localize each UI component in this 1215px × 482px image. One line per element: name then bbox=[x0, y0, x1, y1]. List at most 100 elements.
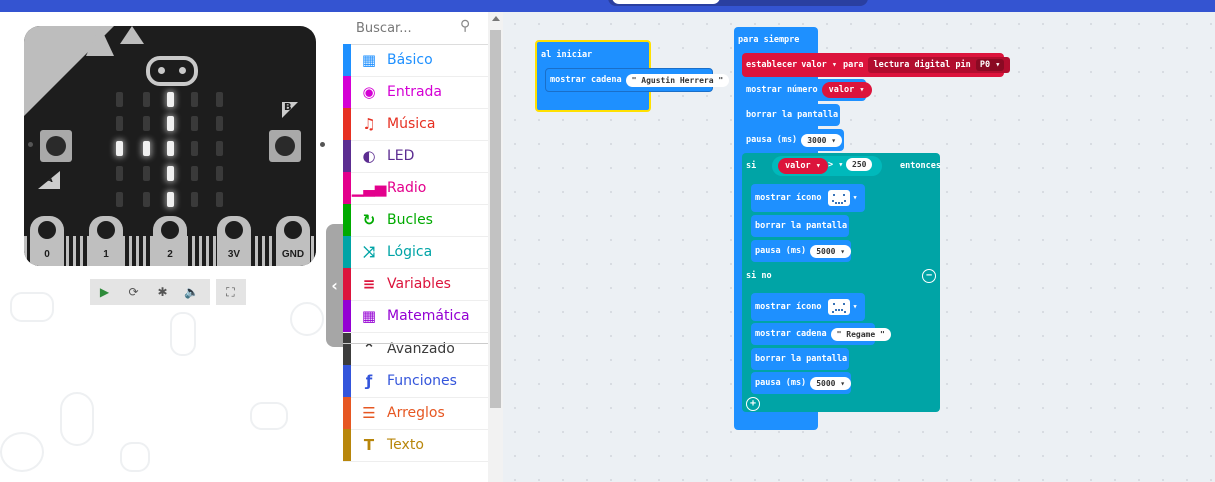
restart-icon[interactable]: ⟳ bbox=[119, 285, 148, 299]
variable-reporter[interactable]: valor ▾ bbox=[821, 82, 872, 98]
clear-screen-block[interactable]: borrar la pantalla bbox=[751, 215, 849, 237]
set-label: establecer bbox=[746, 60, 798, 70]
toolbox-category-funciones[interactable]: ƒ Funciones bbox=[343, 365, 488, 398]
category-label: Arreglos bbox=[387, 405, 445, 421]
debug-icon[interactable]: ✱ bbox=[148, 285, 177, 299]
chevron-down-icon[interactable]: ▾ bbox=[853, 302, 858, 312]
show-icon-block[interactable]: mostrar ícono ▾ bbox=[751, 184, 865, 212]
led bbox=[143, 116, 150, 131]
variable-name: valor bbox=[785, 161, 811, 171]
pin-label: 3V bbox=[227, 249, 241, 260]
toolbox-category-música[interactable]: ♫ Música bbox=[343, 108, 488, 141]
toolbox-category-lógica[interactable]: ⤨ Lógica bbox=[343, 236, 488, 269]
pin-dropdown[interactable]: P0 ▾ bbox=[975, 59, 1005, 71]
toggle-knob[interactable] bbox=[612, 0, 720, 4]
pause-block[interactable]: pausa (ms) 3000 ▾ bbox=[742, 129, 844, 151]
led bbox=[116, 166, 123, 181]
pause-value[interactable]: 3000 ▾ bbox=[801, 133, 843, 147]
headphones-icon: ♫ bbox=[362, 115, 376, 133]
category-label: Texto bbox=[387, 437, 424, 453]
category-label: Matemática bbox=[387, 308, 470, 324]
clear-screen-block[interactable]: borrar la pantalla bbox=[742, 104, 840, 126]
pin-gnd[interactable]: GND bbox=[276, 216, 310, 266]
doodle-shape bbox=[120, 442, 150, 472]
variable-dropdown[interactable]: valor ▾ bbox=[801, 60, 837, 70]
toolbox-category-matemática[interactable]: ▦ Matemática bbox=[343, 300, 488, 333]
search-box[interactable]: Buscar... ⚲ bbox=[343, 12, 488, 45]
show-string-block[interactable]: mostrar cadena " Regame " bbox=[751, 323, 891, 345]
toolbox-category-led[interactable]: ◐ LED bbox=[343, 140, 488, 173]
mute-icon[interactable]: 🔈 bbox=[177, 285, 206, 299]
blocks-workspace[interactable]: al iniciar mostrar cadena " Agustin Herr… bbox=[503, 12, 1215, 482]
toolbox-category-arreglos[interactable]: ☰ Arreglos bbox=[343, 397, 488, 430]
pause-value[interactable]: 5000 ▾ bbox=[810, 244, 852, 258]
variable-reporter[interactable]: valor ▾ bbox=[778, 158, 828, 174]
function-icon: ƒ bbox=[365, 372, 373, 390]
play-icon[interactable]: ▶ bbox=[90, 285, 119, 299]
button-a[interactable] bbox=[40, 130, 72, 162]
string-value[interactable]: " Regame " bbox=[830, 327, 891, 341]
threshold-value[interactable]: 250 bbox=[846, 158, 873, 171]
clear-screen-label: borrar la pantalla bbox=[746, 110, 839, 120]
show-number-block[interactable]: mostrar número valor ▾ bbox=[742, 79, 872, 101]
toolbox-category-texto[interactable]: T Texto bbox=[343, 429, 488, 462]
microbit-logo[interactable] bbox=[146, 56, 198, 86]
toolbox-category-entrada[interactable]: ◉ Entrada bbox=[343, 76, 488, 109]
else-label: si no bbox=[746, 271, 772, 281]
set-variable-block[interactable]: establecer valor ▾ para lectura digital … bbox=[742, 53, 1011, 77]
button-b[interactable] bbox=[269, 130, 301, 162]
category-color-bar bbox=[343, 268, 351, 300]
digital-read-label: lectura digital pin bbox=[873, 60, 971, 70]
search-icon[interactable]: ⚲ bbox=[460, 18, 470, 34]
led bbox=[167, 141, 174, 156]
search-input[interactable]: Buscar... bbox=[356, 21, 412, 36]
button-a-label: A bbox=[38, 171, 60, 189]
doodle-shape bbox=[170, 312, 196, 356]
toolbox-category-bucles[interactable]: ↻ Bucles bbox=[343, 204, 488, 237]
category-color-bar bbox=[343, 236, 351, 268]
remove-else-icon[interactable]: − bbox=[922, 269, 936, 283]
toolbox-category-básico[interactable]: ▦ Básico bbox=[343, 44, 488, 77]
on-start-block[interactable]: al iniciar mostrar cadena " Agustin Herr… bbox=[535, 40, 730, 112]
pause-number: 5000 bbox=[816, 246, 836, 256]
pause-value[interactable]: 5000 ▾ bbox=[810, 376, 852, 390]
editor-toggle[interactable] bbox=[608, 0, 868, 6]
sad-face-icon[interactable] bbox=[827, 299, 850, 315]
pin-1[interactable]: 1 bbox=[89, 216, 123, 266]
scrollbar-thumb[interactable] bbox=[490, 30, 501, 408]
pause-block[interactable]: pausa (ms) 5000 ▾ bbox=[751, 240, 852, 262]
category-color-bar bbox=[343, 429, 351, 461]
fullscreen-icon[interactable]: ⛶ bbox=[216, 285, 245, 300]
pin-3v[interactable]: 3V bbox=[217, 216, 251, 266]
toolbox-category-avanzado[interactable]: ⌃ Avanzado bbox=[343, 333, 488, 366]
toolbox-category-radio[interactable]: ▁▃▅ Radio bbox=[343, 172, 488, 205]
category-color-bar bbox=[343, 172, 351, 204]
digital-read-block[interactable]: lectura digital pin P0 ▾ bbox=[867, 57, 1011, 73]
scroll-up-icon[interactable] bbox=[492, 16, 500, 21]
collapse-simulator-button[interactable]: ‹ bbox=[326, 224, 343, 347]
toolbox-category-variables[interactable]: ≡ Variables bbox=[343, 268, 488, 301]
pause-block[interactable]: pausa (ms) 5000 ▾ bbox=[751, 372, 852, 394]
to-label: para bbox=[843, 60, 864, 70]
grid-icon: ▦ bbox=[361, 51, 377, 69]
show-number-label: mostrar número bbox=[746, 85, 818, 95]
clear-screen-block[interactable]: borrar la pantalla bbox=[751, 348, 849, 370]
toolbox-scrollbar[interactable] bbox=[488, 12, 503, 482]
operator-dropdown[interactable]: > ▾ bbox=[828, 160, 843, 170]
chevron-down-icon[interactable]: ▾ bbox=[853, 193, 858, 203]
pin-0[interactable]: 0 bbox=[30, 216, 64, 266]
add-else-if-icon[interactable]: + bbox=[746, 397, 760, 411]
pin-2[interactable]: 2 bbox=[153, 216, 187, 266]
button-a-cap[interactable] bbox=[46, 136, 66, 156]
comparison-block[interactable]: valor ▾ > ▾ 250 bbox=[772, 156, 882, 176]
smiley-icon[interactable] bbox=[827, 190, 850, 206]
category-label: Bucles bbox=[387, 212, 433, 228]
button-b-cap[interactable] bbox=[275, 136, 295, 156]
string-value[interactable]: " Agustin Herrera " bbox=[625, 73, 730, 87]
show-string-block[interactable]: mostrar cadena " Agustin Herrera " bbox=[545, 68, 730, 92]
show-icon-block[interactable]: mostrar ícono ▾ bbox=[751, 293, 865, 321]
text-icon: T bbox=[363, 436, 375, 454]
led bbox=[116, 141, 123, 156]
operator: > bbox=[828, 160, 834, 170]
pin-label: 2 bbox=[167, 249, 173, 260]
